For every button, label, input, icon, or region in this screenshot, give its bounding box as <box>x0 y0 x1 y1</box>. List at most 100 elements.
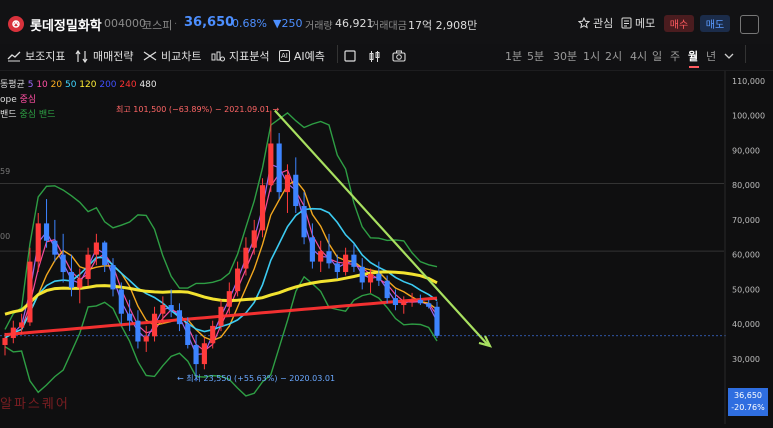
compare-label: 비교차트 <box>161 50 202 63</box>
candle-body <box>168 305 174 311</box>
active-timeframe-indicator <box>689 66 699 68</box>
candle-body <box>43 223 50 241</box>
candle-body <box>334 263 340 273</box>
timeframe-3[interactable]: 30분 <box>553 48 577 64</box>
ma-legend-period[interactable]: 10 <box>33 80 47 90</box>
analysis-label: 지표분석 <box>229 50 270 63</box>
stock-header: 롯데정밀화학 004000 코스피 · 36,650 -0.68% ▼250 거… <box>0 0 773 45</box>
candle-body <box>376 273 382 281</box>
candle-body <box>276 143 282 193</box>
ai-forecast-button[interactable]: AI AI예측 <box>279 48 325 64</box>
y-tick-label: 30,000 <box>732 355 760 364</box>
layout-button[interactable] <box>344 48 356 64</box>
candle-body <box>93 242 99 255</box>
panel-toggle-icon[interactable] <box>740 15 759 34</box>
candle-body <box>85 254 91 279</box>
ma-legend-period[interactable]: 20 <box>48 80 62 90</box>
timeframe-6[interactable]: 4시 <box>630 48 647 64</box>
price-chart[interactable]: 110,000 100,000 90,000 80,000 70,000 60,000 50… <box>0 71 773 424</box>
stock-name[interactable]: 롯데정밀화학 <box>30 15 102 34</box>
current-price-tag: 36,650 -20.76% <box>728 388 768 416</box>
candle-body <box>102 242 108 266</box>
candle-body <box>110 265 116 290</box>
candle-body <box>118 289 124 314</box>
y-tick-label: 80,000 <box>732 181 760 190</box>
bollinger-legend[interactable]: 밴드 중심 밴드 <box>0 107 55 120</box>
candle-body <box>343 254 349 273</box>
candle-body <box>52 240 58 255</box>
candle-body <box>384 280 390 299</box>
y-tick-label: 60,000 <box>732 251 760 260</box>
left-axis-label: 59 <box>0 167 11 176</box>
chart-canvas[interactable]: 110,000 100,000 90,000 80,000 70,000 60,000 50… <box>0 71 773 424</box>
candlestick-icon <box>369 50 380 62</box>
y-tick-label: 40,000 <box>732 320 760 329</box>
candle-body <box>426 303 432 307</box>
candle-body <box>2 338 8 345</box>
timeframe-8[interactable]: 주 <box>670 48 680 64</box>
low-annotation: ← 최저 23,550 (+55.63%) − 2020.03.01 <box>177 374 336 383</box>
timeframe-7[interactable]: 일 <box>652 48 662 64</box>
star-icon <box>578 17 590 29</box>
timeframe-10[interactable]: 년 <box>706 48 716 64</box>
envelope-sub: 중심 <box>19 95 37 105</box>
price-tag-pct: -20.76% <box>731 403 765 412</box>
strategy-icon <box>75 49 88 63</box>
candle-type-button[interactable] <box>368 48 381 64</box>
screenshot-button[interactable] <box>392 48 406 64</box>
timeframe-9[interactable]: 월 <box>688 48 698 64</box>
y-tick-label: 110,000 <box>732 77 765 86</box>
timeframe-5[interactable]: 2시 <box>605 48 622 64</box>
ma-legend-period[interactable]: 50 <box>62 80 76 90</box>
candle-body <box>318 251 324 262</box>
ai-icon: AI <box>279 50 290 62</box>
candle-body <box>27 261 33 323</box>
buy-button[interactable]: 매수 <box>664 15 694 32</box>
ma-legend-period[interactable]: 200 <box>96 80 116 90</box>
ma-legend-period[interactable]: 120 <box>76 80 96 90</box>
timeframe-1[interactable]: 1분 <box>505 48 522 64</box>
candle-body <box>243 247 249 269</box>
sell-button[interactable]: 매도 <box>700 15 730 32</box>
candle-body <box>143 336 149 342</box>
candle-body <box>284 174 291 193</box>
indicators-label: 보조지표 <box>25 50 66 63</box>
candle-body <box>417 299 423 304</box>
camera-icon <box>392 50 406 62</box>
change-percent: -0.68% <box>228 17 267 30</box>
high-annotation: 최고 101,500 (−63.89%) − 2021.09.01 → <box>116 105 280 114</box>
bollinger-upper-band <box>4 111 438 330</box>
candle-body <box>226 291 232 307</box>
candle-body <box>401 301 407 306</box>
candle-body <box>326 251 332 264</box>
candle-body <box>359 266 365 283</box>
envelope-label: ope <box>0 95 17 105</box>
compare-button[interactable]: 비교차트 <box>143 48 201 64</box>
bollinger-sub: 중심 밴드 <box>19 110 56 120</box>
indicators-button[interactable]: 보조지표 <box>7 48 65 64</box>
ma-legend-period[interactable]: 480 <box>137 80 156 90</box>
candle-body <box>160 305 166 314</box>
market-label: 코스피 <box>142 19 173 32</box>
watch-button[interactable]: 관심 <box>578 14 613 32</box>
toolbar-divider <box>337 45 338 63</box>
envelope-legend[interactable]: ope 중심 <box>0 92 36 105</box>
bollinger-label: 밴드 <box>0 110 17 120</box>
candle-body <box>293 174 299 207</box>
y-tick-label: 100,000 <box>732 112 765 121</box>
square-icon <box>344 50 356 62</box>
ma-legend[interactable]: 동평균 5 10 20 50 120 200 240 480 <box>0 77 157 90</box>
volume-label: 거래량 <box>305 21 333 32</box>
timeframe-dropdown[interactable] <box>724 48 734 64</box>
strategy-button[interactable]: 매매전략 <box>75 48 133 64</box>
compare-icon <box>143 51 157 61</box>
ma-legend-period[interactable]: 240 <box>117 80 136 90</box>
memo-icon <box>621 17 632 29</box>
amount-label: 거래대금 <box>370 21 407 32</box>
timeframe-4[interactable]: 1시 <box>583 48 600 64</box>
analysis-button[interactable]: 지표분석 <box>211 48 269 64</box>
timeframe-2[interactable]: 5분 <box>527 48 544 64</box>
candle-body <box>235 268 241 292</box>
company-logo <box>8 16 24 32</box>
memo-button[interactable]: 메모 <box>621 14 655 32</box>
